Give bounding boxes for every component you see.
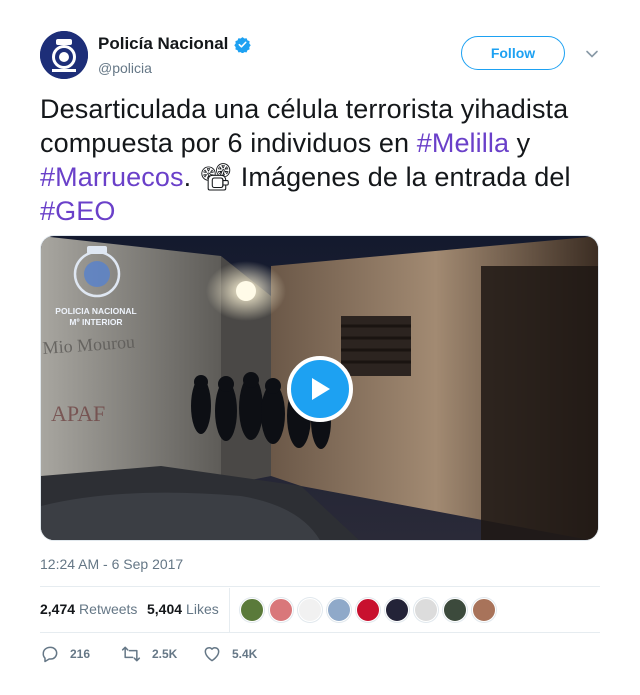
watermark-line-1: POLICIA NACIONAL	[55, 306, 136, 316]
liker-avatar-8[interactable]	[443, 598, 467, 622]
liker-avatar-7[interactable]	[414, 598, 438, 622]
likes-label: Likes	[186, 601, 219, 617]
like-count: 5.4K	[232, 647, 258, 661]
chevron-down-icon[interactable]	[585, 47, 599, 61]
stats-divider	[229, 588, 230, 632]
police-crest-icon	[40, 31, 88, 79]
hashtag-melilla[interactable]: #Melilla	[417, 128, 509, 158]
liker-avatar-6[interactable]	[385, 598, 409, 622]
author-name-row[interactable]: Policía Nacional	[98, 34, 252, 54]
divider	[40, 586, 600, 587]
retweets-stat[interactable]: 2,474 Retweets	[40, 601, 137, 617]
tweet-header: Policía Nacional @policia Follow	[40, 30, 600, 80]
reply-icon	[42, 646, 58, 663]
tweet-stats: 2,474 Retweets 5,404 Likes	[40, 588, 600, 632]
play-button[interactable]	[287, 356, 353, 422]
liker-avatar-4[interactable]	[327, 598, 351, 622]
likes-stat[interactable]: 5,404 Likes	[147, 601, 219, 617]
video-player[interactable]: POLICIA NACIONAL Mº INTERIOR Mio Mourou …	[40, 235, 599, 541]
retweets-label: Retweets	[79, 601, 138, 617]
avatar[interactable]	[40, 31, 88, 79]
watermark-line-2: Mº INTERIOR	[69, 317, 122, 327]
tweet-timestamp[interactable]: 12:24 AM - 6 Sep 2017	[40, 556, 183, 572]
reply-count: 216	[70, 647, 91, 661]
hashtag-geo[interactable]: #GEO	[40, 196, 115, 226]
hashtag-marruecos[interactable]: #Marruecos	[40, 162, 184, 192]
like-button[interactable]: 5.4K	[202, 644, 257, 664]
tweet-text: Desarticulada una célula terrorista yiha…	[40, 92, 600, 228]
tweet-text-segment: .	[183, 162, 199, 192]
heart-icon	[204, 647, 220, 662]
retweet-icon	[121, 646, 141, 662]
verified-badge-icon	[234, 36, 252, 53]
liker-avatar-1[interactable]	[240, 598, 264, 622]
tweet-text-segment: Imágenes de la entrada del	[233, 162, 571, 192]
likes-count: 5,404	[147, 601, 183, 617]
divider	[40, 632, 600, 633]
tweet-actions: 216 2.5K 5.4K	[40, 644, 600, 668]
film-projector-icon: 📽	[198, 162, 234, 192]
liker-avatar-5[interactable]	[356, 598, 380, 622]
follow-button[interactable]: Follow	[461, 36, 565, 70]
play-icon	[312, 378, 330, 400]
retweet-count: 2.5K	[152, 647, 178, 661]
reply-button[interactable]: 216	[40, 644, 90, 664]
liker-avatar-2[interactable]	[269, 598, 293, 622]
liker-avatar-9[interactable]	[472, 598, 496, 622]
author-display-name[interactable]: Policía Nacional	[98, 34, 228, 54]
retweets-count: 2,474	[40, 601, 76, 617]
liker-avatar-3[interactable]	[298, 598, 322, 622]
wall-graffiti-2: APAF	[51, 401, 105, 426]
author-handle[interactable]: @policia	[98, 60, 152, 76]
retweet-button[interactable]: 2.5K	[120, 644, 177, 664]
tweet-text-segment: y	[509, 128, 531, 158]
